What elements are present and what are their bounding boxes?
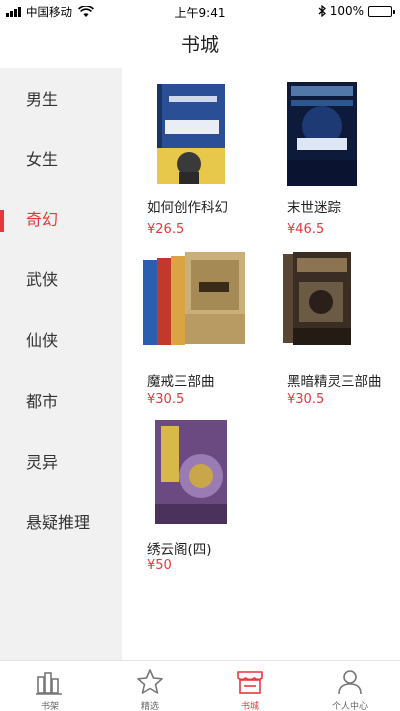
tab-store[interactable]: 书城: [200, 661, 300, 711]
category-item-fantasy[interactable]: 奇幻: [0, 200, 122, 240]
category-item-urban[interactable]: 都市: [0, 382, 122, 422]
status-bar: 中国移动 上午9:41 100%: [0, 0, 400, 22]
tab-label: 书架: [40, 702, 59, 711]
book-cover[interactable]: [157, 84, 225, 184]
book-cover[interactable]: [283, 252, 351, 345]
page-title: 书城: [180, 34, 219, 56]
category-sidebar: 男生 女生 奇幻 武侠 仙侠 都市 灵异 悬疑推理: [0, 68, 122, 660]
tab-bookshelf[interactable]: 书架: [0, 661, 100, 711]
person-icon: [338, 670, 362, 695]
battery-percent: 100%: [329, 4, 364, 18]
bookshelf-icon: [36, 672, 62, 695]
tab-label: 个人中心: [331, 702, 368, 711]
category-item-female[interactable]: 女生: [0, 140, 122, 180]
status-right: 100%: [318, 4, 395, 18]
book-cover[interactable]: [287, 82, 357, 186]
book-cover[interactable]: [155, 420, 227, 524]
book-title: 绣云阁(四): [147, 542, 212, 558]
store-icon: [237, 671, 263, 694]
book-price: ¥30.5: [147, 392, 185, 407]
book-title: 如何创作科幻: [147, 200, 228, 216]
category-item-mystery[interactable]: 悬疑推理: [0, 503, 122, 543]
category-item-wuxia[interactable]: 武侠: [0, 260, 122, 300]
battery-icon: [368, 5, 395, 17]
bluetooth-icon: [318, 5, 326, 17]
category-item-male[interactable]: 男生: [0, 80, 122, 120]
book-price: ¥26.5: [147, 222, 185, 237]
book-price: ¥46.5: [287, 222, 325, 237]
tab-bar: 书架 精选 书城 个人中心: [0, 660, 400, 711]
book-cover[interactable]: [143, 252, 245, 347]
star-icon: [137, 669, 163, 694]
book-price: ¥50: [147, 558, 172, 573]
category-item-xianxia[interactable]: 仙侠: [0, 321, 122, 361]
tab-label: 书城: [240, 702, 259, 711]
tab-featured[interactable]: 精选: [100, 661, 200, 711]
tab-label: 精选: [140, 702, 159, 711]
tab-profile[interactable]: 个人中心: [300, 661, 400, 711]
book-price: ¥30.5: [287, 392, 325, 407]
book-title: 末世迷踪: [287, 200, 341, 216]
book-title: 黑暗精灵三部曲: [287, 374, 382, 390]
category-item-supernatural[interactable]: 灵异: [0, 443, 122, 483]
book-title: 魔戒三部曲: [147, 374, 215, 390]
